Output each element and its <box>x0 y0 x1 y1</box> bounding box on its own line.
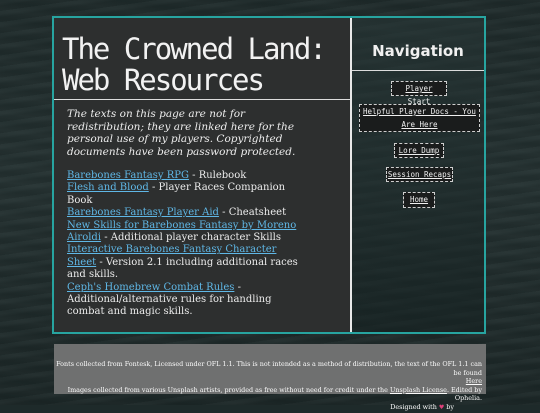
resource-item: Interactive Barebones Fantasy Character … <box>67 244 303 281</box>
resource-link[interactable]: Barebones Fantasy RPG <box>67 170 189 181</box>
page-title: The Crowned Land: Web Resources <box>62 34 342 96</box>
heart-icon: ♥ <box>438 403 445 411</box>
resource-desc: - Additional player character Skills <box>101 232 281 244</box>
footer-designed-by: Designed with ♥ by <box>54 403 486 413</box>
resource-list: Barebones Fantasy RPG - Rulebook Flesh a… <box>67 170 303 319</box>
nav-helpful-player-docs[interactable]: Helpful Player Docs - You Are Here <box>359 104 480 132</box>
footer-editor-text: . Edited by Ophelia. <box>446 385 482 403</box>
footer-fonts-credit: Fonts collected from Fontesk, Licensed u… <box>54 360 486 386</box>
resource-desc: - Rulebook <box>188 170 247 181</box>
nav-player-start[interactable]: Player Start <box>391 81 447 106</box>
nav-title: Navigation <box>372 42 464 60</box>
intro-text: The texts on this page are not for redis… <box>67 108 296 158</box>
resource-link[interactable]: Flesh and Blood <box>67 182 149 193</box>
resource-desc: - Version 2.1 including additional races… <box>67 256 298 281</box>
title-divider <box>54 99 350 100</box>
unsplash-license-link[interactable]: Unsplash License <box>390 386 447 394</box>
footer-images-credit: Images collected from various Unsplash a… <box>54 386 486 403</box>
ofl-license-link[interactable]: Here <box>466 377 482 385</box>
nav-divider <box>352 70 484 71</box>
resource-item: Flesh and Blood - Player Races Companion… <box>67 182 303 207</box>
footer-fonts-text: Fonts collected from Fontesk, Licensed u… <box>56 360 482 377</box>
footer-by-text: by <box>446 402 454 411</box>
footer: Fonts collected from Fontesk, Licensed u… <box>54 344 486 411</box>
nav-home[interactable]: Home <box>403 192 435 208</box>
resource-link[interactable]: Ceph's Homebrew Combat Rules <box>67 282 234 293</box>
footer-images-text: Images collected from various Unsplash a… <box>67 385 388 394</box>
page-title-line1: The Crowned Land: <box>62 32 327 66</box>
resource-item: Barebones Fantasy Player Aid - Cheatshee… <box>67 207 303 219</box>
resource-item: Ceph's Homebrew Combat Rules - Additiona… <box>67 282 303 319</box>
footer-designed-text: Designed with <box>390 402 437 411</box>
resource-item: Barebones Fantasy RPG - Rulebook <box>67 170 303 182</box>
resource-link[interactable]: Barebones Fantasy Player Aid <box>67 207 219 218</box>
resource-item: New Skills for Barebones Fantasy by More… <box>67 220 303 245</box>
resource-desc: - Cheatsheet <box>218 207 287 219</box>
nav-lore-dump[interactable]: Lore Dump <box>394 143 444 158</box>
page-title-line2: Web Resources <box>62 63 265 97</box>
nav-session-recaps[interactable]: Session Recaps <box>386 167 453 182</box>
